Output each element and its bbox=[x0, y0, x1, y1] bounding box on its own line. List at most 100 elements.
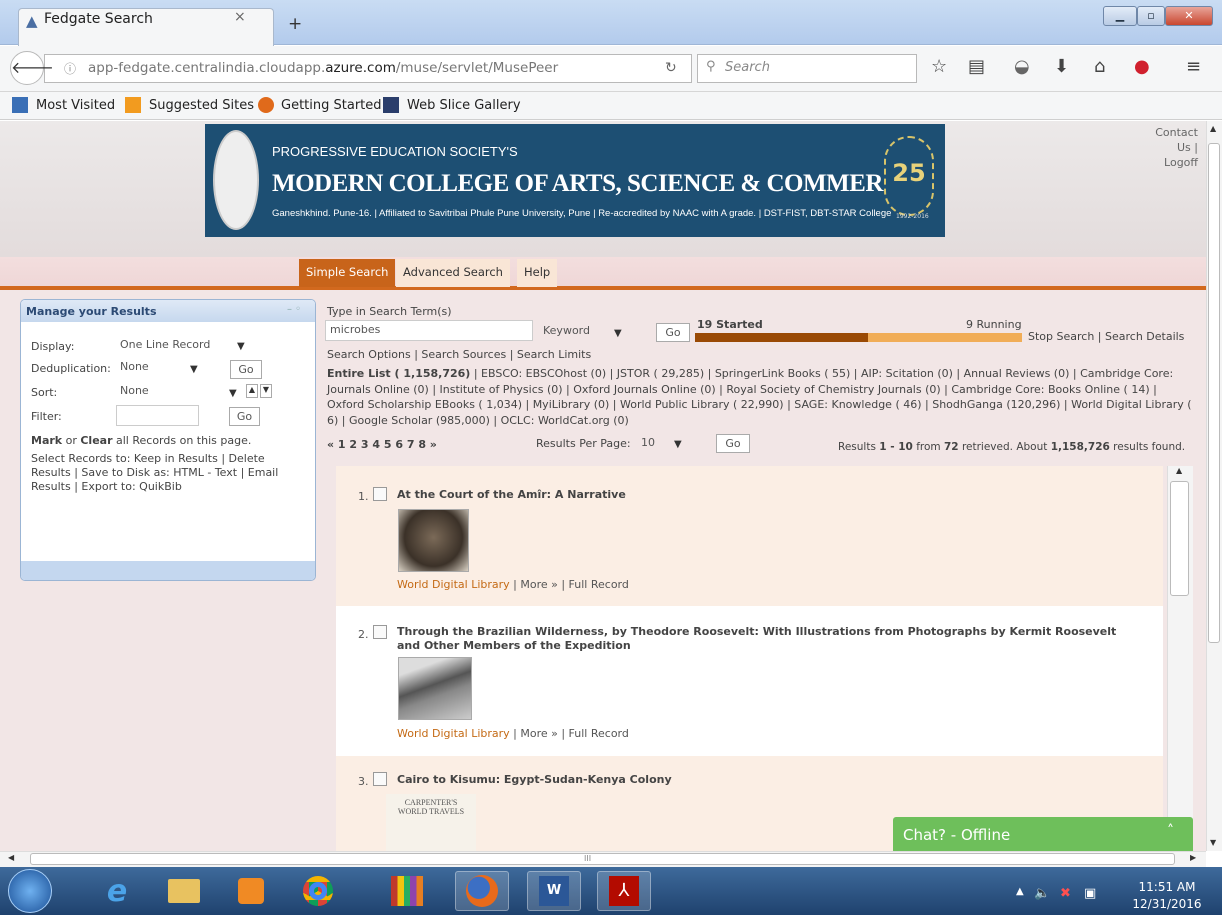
search-go-button[interactable]: Go bbox=[656, 323, 690, 342]
college-name: MODERN COLLEGE OF ARTS, SCIENCE & COMMER… bbox=[272, 170, 917, 197]
search-options-links[interactable]: Search Options | Search Sources | Search… bbox=[327, 348, 591, 361]
running-count: 9 Running bbox=[966, 318, 1022, 331]
browser-search-placeholder: Search bbox=[725, 60, 770, 75]
acrobat-icon[interactable]: ⅄ bbox=[597, 871, 651, 911]
result-thumbnail[interactable]: CARPENTER'S WORLD TRAVELS bbox=[386, 794, 476, 851]
scroll-right-icon[interactable]: ▶ bbox=[1190, 853, 1196, 862]
chevron-down-icon: ▼ bbox=[229, 388, 237, 399]
search-tabs-bar bbox=[0, 257, 1206, 289]
chevron-down-icon: ▼ bbox=[614, 328, 622, 339]
chat-label: Chat? - Offline bbox=[903, 826, 1011, 844]
download-icon[interactable]: ⬇ bbox=[1054, 56, 1069, 77]
pocket-icon[interactable]: ◒ bbox=[1014, 56, 1030, 77]
result-thumbnail[interactable] bbox=[398, 657, 472, 720]
chevron-up-icon[interactable]: ˄ bbox=[1167, 823, 1174, 839]
word-icon[interactable]: W bbox=[527, 871, 581, 911]
library-app-icon[interactable] bbox=[380, 871, 434, 911]
jubilee-years: 1992-2016 bbox=[896, 213, 929, 220]
logoff-link[interactable]: Logoff bbox=[1150, 155, 1198, 170]
pagination[interactable]: « 1 2 3 4 5 6 7 8 » bbox=[327, 438, 437, 451]
back-button[interactable]: 🡐 bbox=[10, 51, 54, 85]
info-icon[interactable]: ⓘ bbox=[64, 60, 76, 77]
reload-icon[interactable]: ↻ bbox=[665, 60, 677, 76]
panel-footer bbox=[21, 561, 315, 580]
filter-go-button[interactable]: Go bbox=[229, 407, 260, 426]
menu-icon[interactable]: ≡ bbox=[1186, 56, 1201, 77]
mark-link[interactable]: Mark bbox=[31, 434, 62, 447]
clock-time: 11:51 AM bbox=[1138, 880, 1196, 894]
result-title[interactable]: Cairo to Kisumu: Egypt-Sudan-Kenya Colon… bbox=[397, 773, 672, 787]
scroll-up-icon[interactable]: ▲ bbox=[1176, 466, 1182, 475]
sort-ascending-icon[interactable]: ▲ bbox=[246, 384, 258, 398]
file-explorer-icon[interactable] bbox=[157, 871, 211, 911]
scroll-left-icon[interactable]: ◀ bbox=[8, 853, 14, 862]
chevron-down-icon: ▼ bbox=[190, 364, 198, 375]
stop-search-links[interactable]: Stop Search | Search Details bbox=[1028, 330, 1184, 343]
tab-help[interactable]: Help bbox=[517, 259, 558, 287]
scroll-down-icon[interactable]: ▼ bbox=[1210, 838, 1216, 847]
result-checkbox[interactable] bbox=[373, 772, 387, 786]
contact-us-link[interactable]: Us | bbox=[1150, 140, 1198, 155]
result-number: 1. bbox=[358, 490, 369, 503]
result-checkbox[interactable] bbox=[373, 625, 387, 639]
system-clock[interactable]: 11:51 AM 12/31/2016 bbox=[1132, 879, 1202, 913]
horizontal-scroll-thumb[interactable] bbox=[30, 853, 1175, 865]
clear-link[interactable]: Clear bbox=[80, 434, 112, 447]
panel-collapse-icon[interactable]: – ◦ bbox=[287, 304, 301, 315]
network-icon[interactable]: ✖ bbox=[1060, 886, 1071, 901]
action-center-icon[interactable]: ▣ bbox=[1084, 886, 1096, 901]
source-link[interactable]: World Digital Library bbox=[397, 578, 510, 591]
show-hidden-icons[interactable]: ▲ bbox=[1016, 886, 1024, 897]
sort-select[interactable]: None bbox=[116, 382, 244, 401]
maximize-button[interactable]: ▫ bbox=[1137, 6, 1165, 26]
chat-widget[interactable]: Chat? - Offline bbox=[893, 817, 1193, 852]
minimize-button[interactable]: ▁ bbox=[1103, 6, 1137, 26]
home-icon[interactable]: ⌂ bbox=[1094, 56, 1105, 77]
bookmark-web-slice-gallery[interactable]: Web Slice Gallery bbox=[407, 98, 521, 113]
search-term-label: Type in Search Term(s) bbox=[327, 305, 452, 318]
firefox-taskbar-icon[interactable] bbox=[455, 871, 509, 911]
media-player-icon[interactable] bbox=[224, 871, 278, 911]
result-number: 2. bbox=[358, 628, 369, 641]
contact-link[interactable]: Contact bbox=[1150, 125, 1198, 140]
results-scroll-thumb[interactable] bbox=[1170, 481, 1189, 596]
result-checkbox[interactable] bbox=[373, 487, 387, 501]
bookmark-getting-started[interactable]: Getting Started bbox=[281, 98, 382, 113]
search-sources-list[interactable]: Entire List ( 1,158,726) | EBSCO: EBSCOh… bbox=[327, 366, 1197, 428]
close-window-button[interactable]: ✕ bbox=[1165, 6, 1213, 26]
filter-label: Filter: bbox=[31, 410, 62, 423]
bookmark-most-visited[interactable]: Most Visited bbox=[36, 98, 115, 113]
search-icon: ⚲ bbox=[706, 59, 716, 74]
url-text: app-fedgate.centralindia.cloudapp.azure.… bbox=[88, 60, 559, 76]
tab-advanced-search[interactable]: Advanced Search bbox=[396, 259, 510, 287]
result-title[interactable]: At the Court of the Amîr: A Narrative bbox=[397, 488, 626, 502]
dedup-label: Deduplication: bbox=[31, 362, 111, 375]
per-page-go-button[interactable]: Go bbox=[716, 434, 750, 453]
source-link[interactable]: World Digital Library bbox=[397, 727, 510, 740]
volume-icon[interactable]: 🔈 bbox=[1034, 886, 1050, 901]
start-button[interactable] bbox=[8, 869, 52, 913]
chrome-icon[interactable] bbox=[291, 871, 345, 911]
scroll-up-icon[interactable]: ▲ bbox=[1210, 124, 1216, 133]
display-select[interactable]: One Line Record bbox=[116, 336, 251, 355]
search-term-input[interactable]: microbes bbox=[325, 320, 533, 341]
sort-label: Sort: bbox=[31, 386, 58, 399]
tab-title: Fedgate Search bbox=[44, 11, 153, 27]
tab-simple-search[interactable]: Simple Search bbox=[299, 259, 396, 287]
reading-list-icon[interactable]: ▤ bbox=[968, 56, 985, 77]
chevron-down-icon: ▼ bbox=[674, 439, 682, 450]
sort-descending-icon[interactable]: ▼ bbox=[260, 384, 272, 398]
dedup-go-button[interactable]: Go bbox=[230, 360, 262, 379]
result-title[interactable]: Through the Brazilian Wilderness, by The… bbox=[397, 625, 1137, 653]
select-records-actions[interactable]: Select Records to: Keep in Results | Del… bbox=[31, 452, 301, 494]
pinterest-icon[interactable]: ● bbox=[1134, 56, 1150, 77]
result-thumbnail[interactable] bbox=[398, 509, 469, 572]
bookmark-star-icon[interactable]: ☆ bbox=[931, 56, 947, 77]
filter-input[interactable] bbox=[116, 405, 199, 426]
new-tab-button[interactable]: + bbox=[288, 14, 302, 34]
page-scroll-thumb[interactable] bbox=[1208, 143, 1220, 643]
bookmark-suggested-sites[interactable]: Suggested Sites bbox=[149, 98, 254, 113]
tab-close-icon[interactable]: × bbox=[234, 9, 246, 25]
internet-explorer-icon[interactable]: e bbox=[90, 871, 144, 911]
silver-jubilee-logo: 25 bbox=[884, 136, 934, 216]
